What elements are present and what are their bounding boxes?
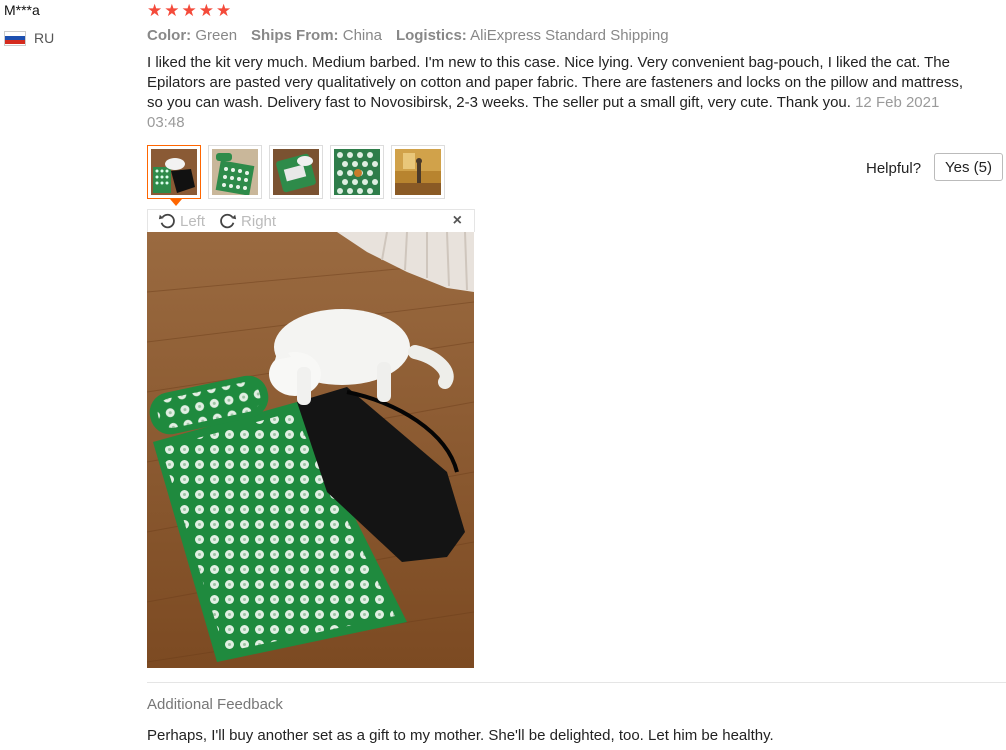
star-icon: ★: [164, 1, 180, 20]
thumbnail-1[interactable]: [147, 145, 201, 206]
rotate-right-icon: [220, 213, 237, 229]
close-viewer-button[interactable]: ×: [453, 212, 462, 230]
rotate-right-button[interactable]: Right: [219, 212, 276, 230]
rotate-right-label: Right: [241, 212, 277, 230]
additional-feedback-title: Additional Feedback: [147, 696, 283, 713]
user-country: RU: [4, 30, 54, 46]
thumbnail-2[interactable]: [208, 145, 262, 199]
attr-color: Color: Green: [147, 27, 238, 44]
rotate-left-button[interactable]: Left: [158, 212, 205, 230]
thumbnail-5[interactable]: [391, 145, 445, 199]
review-photo: [147, 232, 474, 668]
russia-flag-icon: [4, 30, 26, 46]
additional-feedback-text: Perhaps, I'll buy another set as a gift …: [147, 727, 774, 744]
image-viewer: Left Right ×: [147, 209, 475, 669]
star-rating: ★ ★ ★ ★ ★: [147, 1, 231, 21]
star-icon: ★: [216, 1, 232, 20]
helpful-label: Helpful?: [866, 160, 922, 177]
user-name: M***a: [4, 2, 40, 18]
rotate-left-label: Left: [180, 212, 206, 230]
bag-photo-icon: [273, 149, 319, 195]
star-icon: ★: [198, 1, 214, 20]
attr-logistics: Logistics: AliExpress Standard Shipping: [395, 27, 669, 44]
viewer-toolbar: Left Right ×: [147, 209, 475, 232]
helpful-yes-button[interactable]: Yes (5): [934, 153, 1003, 181]
section-divider: [147, 682, 1006, 683]
photo-thumbnails: [147, 145, 445, 206]
mat-pillow-photo-icon: [212, 149, 258, 196]
review-text: I liked the kit very much. Medium barbed…: [147, 53, 977, 133]
star-icon: ★: [147, 1, 163, 20]
mat-closeup-photo-icon: [334, 149, 380, 195]
review-body: I liked the kit very much. Medium barbed…: [147, 54, 964, 111]
room-photo-icon: [395, 149, 441, 195]
active-thumbnail-pointer: [170, 199, 182, 206]
country-code: RU: [34, 30, 55, 46]
cat-mat-photo-icon: [151, 149, 197, 195]
attr-ships-from: Ships From: China: [251, 27, 382, 44]
order-attributes: Color: Green Ships From: China Logistics…: [147, 27, 669, 44]
thumbnail-4[interactable]: [330, 145, 384, 199]
star-icon: ★: [181, 1, 197, 20]
rotate-left-icon: [158, 213, 175, 229]
thumbnail-3[interactable]: [269, 145, 323, 199]
